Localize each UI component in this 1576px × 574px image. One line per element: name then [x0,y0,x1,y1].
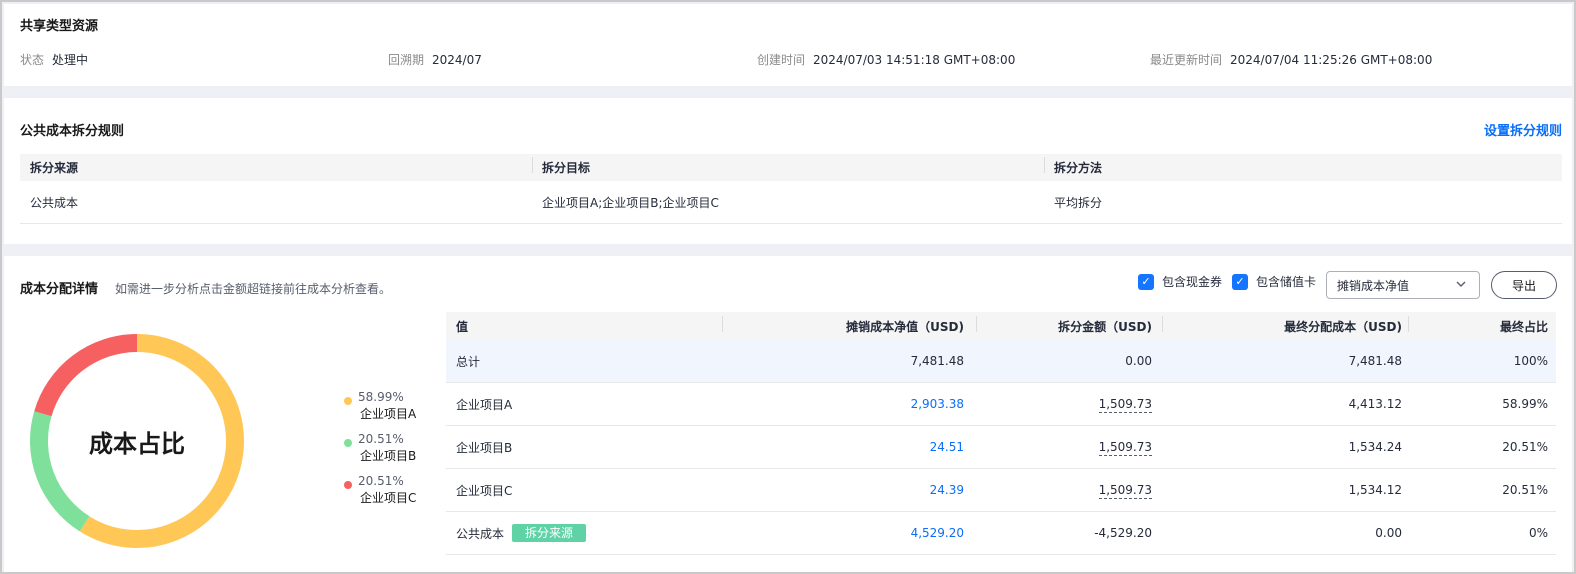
net-cost-link[interactable]: 24.51 [930,440,964,454]
header-split-method: 拆分方法 [1044,157,1556,176]
legend-dot [344,481,352,489]
final-cost: 1,534.12 [1348,483,1402,497]
final-cost: 4,413.12 [1348,397,1402,411]
net-cost-link[interactable]: 2,903.38 [911,397,964,411]
cell-split-method: 平均拆分 [1054,195,1103,210]
final-ratio: 20.51% [1502,483,1548,497]
created-label: 创建时间 [757,53,806,67]
row-name-cell: 公共成本 拆分来源 [446,524,722,542]
include-stored-card-checkbox[interactable]: ✓ 包含储值卡 [1232,273,1316,290]
final-ratio: 20.51% [1502,440,1548,454]
rules-table-header: 拆分来源 拆分目标 拆分方法 [20,154,1562,181]
cell-split-target: 企业项目A;企业项目B;企业项目C [542,195,719,210]
updated-label: 最近更新时间 [1150,53,1223,67]
row-name: 公共成本 [456,526,505,541]
cost-detail-card: 成本分配详情 如需进一步分析点击金额超链接前往成本分析查看。 ✓ 包含现金券 ✓… [4,256,1572,572]
header-final-ratio: 最终占比 [1408,315,1556,335]
chevron-down-icon [1455,278,1467,293]
filter-checkboxes: ✓ 包含现金券 ✓ 包含储值卡 [1138,273,1326,290]
split-amount-tooltip[interactable]: 1,509.73 [1098,440,1152,456]
updated-field: 最近更新时间 2024/07/04 11:25:26 GMT+08:00 [1150,51,1432,68]
resource-info-card: 共享类型资源 状态 处理中 回溯期 2024/07 创建时间 2024/07/03 1… [4,4,1572,86]
table-row: 企业项目B 24.51 1,509.73 1,534.24 20.51% [446,426,1556,469]
created-field: 创建时间 2024/07/03 14:51:18 GMT+08:00 [757,51,1015,68]
final-cost: 0.00 [1375,526,1402,540]
header-split-amount: 拆分金额（USD) [976,315,1162,335]
checkmark-icon: ✓ [1138,273,1154,290]
split-amount: -4,529.20 [1094,526,1152,540]
status-value: 处理中 [52,53,89,67]
table-row: 公共成本 拆分来源 4,529.20 -4,529.20 0.00 0% [446,512,1556,555]
detail-hint: 如需进一步分析点击金额超链接前往成本分析查看。 [115,282,392,296]
table-row: 企业项目C 24.39 1,509.73 1,534.12 20.51% [446,469,1556,512]
net-cost-link[interactable]: 24.39 [930,483,964,497]
final-ratio: 0% [1528,526,1548,540]
cell-split-source: 公共成本 [30,195,79,210]
cost-share-donut: 成本占比 [28,332,246,550]
row-name: 企业项目C [456,483,513,498]
net-cost: 7,481.48 [910,354,964,368]
final-cost: 7,481.48 [1348,354,1402,368]
legend-dot [344,397,352,405]
split-rules-card: 公共成本拆分规则 设置拆分规则 拆分来源 拆分目标 拆分方法 公共成本 企业项目… [4,98,1572,244]
period-label: 回溯期 [388,53,425,67]
legend-name: 企业项目A [360,407,417,421]
period-value: 2024/07 [432,53,482,67]
export-button[interactable]: 导出 [1491,271,1557,299]
checkmark-icon: ✓ [1232,273,1249,290]
final-ratio: 58.99% [1502,397,1548,411]
row-name: 企业项目B [456,440,513,455]
legend-name: 企业项目C [360,491,417,505]
status-field: 状态 处理中 [20,51,88,68]
include-coupon-checkbox[interactable]: ✓ 包含现金券 [1138,273,1222,290]
rules-title: 公共成本拆分规则 [20,124,125,139]
row-name: 总计 [456,354,481,369]
header-value: 值 [456,319,469,334]
header-net-cost: 摊销成本净值（USD) [722,315,976,335]
cost-type-value: 摊销成本净值 [1337,278,1410,293]
status-label: 状态 [20,53,45,67]
include-coupon-label: 包含现金券 [1162,275,1223,289]
detail-title: 成本分配详情 [20,282,99,297]
table-row: 企业项目A 2,903.38 1,509.73 4,413.12 58.99% [446,383,1556,426]
split-source-tag: 拆分来源 [512,524,587,542]
resource-title: 共享类型资源 [20,19,99,34]
updated-value: 2024/07/04 11:25:26 GMT+08:00 [1230,53,1433,67]
legend-percent: 58.99% [358,390,404,404]
split-amount: 0.00 [1125,354,1152,368]
period-field: 回溯期 2024/07 [388,51,482,68]
include-stored-card-label: 包含储值卡 [1256,275,1317,289]
legend-percent: 20.51% [358,474,404,488]
header-split-source: 拆分来源 [30,161,79,175]
donut-center-label: 成本占比 [89,429,185,458]
cost-type-select[interactable]: 摊销成本净值 [1326,271,1480,299]
allocation-table: 值 摊销成本净值（USD) 拆分金额（USD) 最终分配成本（USD) 最终占比… [446,312,1556,555]
table-row-total: 总计 7,481.48 0.00 7,481.48 100% [446,340,1556,383]
header-final-cost: 最终分配成本（USD) [1162,315,1408,335]
split-amount-tooltip[interactable]: 1,509.73 [1098,397,1152,413]
legend-name: 企业项目B [360,449,417,463]
rules-table: 拆分来源 拆分目标 拆分方法 公共成本 企业项目A;企业项目B;企业项目C 平均… [20,154,1562,224]
page-frame: 共享类型资源 状态 处理中 回溯期 2024/07 创建时间 2024/07/03 1… [0,0,1576,574]
created-value: 2024/07/03 14:51:18 GMT+08:00 [813,53,1016,67]
final-ratio: 100% [1513,354,1548,368]
set-split-rule-link[interactable]: 设置拆分规则 [1484,120,1562,139]
split-amount-tooltip[interactable]: 1,509.73 [1098,483,1152,499]
legend-percent: 20.51% [358,432,404,446]
table-row: 公共成本 企业项目A;企业项目B;企业项目C 平均拆分 [20,181,1562,224]
allocation-table-header: 值 摊销成本净值（USD) 拆分金额（USD) 最终分配成本（USD) 最终占比 [446,312,1556,340]
row-name: 企业项目A [456,397,513,412]
legend-dot [344,439,352,447]
header-split-target: 拆分目标 [532,157,1044,176]
final-cost: 1,534.24 [1348,440,1402,454]
net-cost-link[interactable]: 4,529.20 [911,526,964,540]
